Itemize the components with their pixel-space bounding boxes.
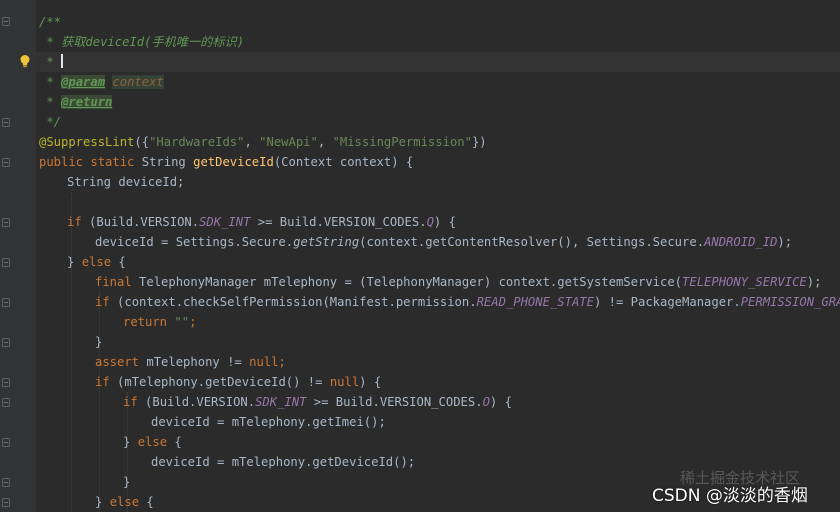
code-line-19: if (mTelephony.getDeviceId() != null) {	[95, 375, 382, 389]
code-line-2: * 获取deviceId(手机唯一的标识)	[39, 35, 245, 49]
fold-marker-icon[interactable]	[2, 438, 10, 447]
code-line-12: deviceId = Settings.Secure.getString(con…	[95, 235, 793, 249]
code-line-5: * @return	[39, 95, 113, 109]
code-editor[interactable]: /** * 获取deviceId(手机唯一的标识) * * @param con…	[0, 0, 840, 512]
watermark-csdn: CSDN @淡淡的香烟	[652, 486, 808, 506]
code-line-17: }	[95, 335, 103, 349]
code-line-4: * @param context	[39, 75, 164, 89]
code-line-23: deviceId = mTelephony.getDeviceId();	[151, 455, 416, 469]
code-line-16: return "";	[123, 315, 197, 329]
code-line-7: @SuppressLint({"HardwareIds", "NewApi", …	[39, 135, 487, 149]
code-line-6: */	[39, 115, 62, 129]
fold-marker-icon[interactable]	[2, 258, 10, 267]
code-line-11: if (Build.VERSION.SDK_INT >= Build.VERSI…	[67, 215, 456, 229]
editor-gutter	[0, 0, 36, 512]
code-line-8: public static String getDeviceId(Context…	[39, 155, 414, 169]
method-name: getDeviceId	[193, 155, 274, 169]
code-line-25: } else {	[95, 495, 154, 509]
code-line-1: /**	[39, 15, 62, 29]
current-line-highlight	[36, 52, 840, 72]
code-line-21: deviceId = mTelephony.getImei();	[151, 415, 386, 429]
code-line-15: if (context.checkSelfPermission(Manifest…	[95, 295, 840, 309]
code-line-3: *	[39, 54, 64, 69]
fold-marker-icon[interactable]	[2, 338, 10, 347]
fold-marker-icon[interactable]	[2, 478, 10, 487]
indent-guide	[99, 292, 101, 512]
fold-marker-icon[interactable]	[2, 158, 10, 167]
fold-marker-icon[interactable]	[2, 298, 10, 307]
doc-summary: 获取deviceId(手机唯一的标识)	[61, 35, 245, 49]
code-line-13: } else {	[67, 255, 126, 269]
code-area[interactable]: /** * 获取deviceId(手机唯一的标识) * * @param con…	[36, 0, 840, 512]
code-line-24: }	[123, 475, 131, 489]
fold-marker-icon[interactable]	[2, 118, 10, 127]
code-line-14: final TelephonyManager mTelephony = (Tel…	[95, 275, 822, 289]
code-line-22: } else {	[123, 435, 182, 449]
fold-marker-icon[interactable]	[2, 378, 10, 387]
fold-marker-icon[interactable]	[2, 218, 10, 227]
fold-marker-icon[interactable]	[2, 398, 10, 407]
fold-marker-icon[interactable]	[2, 498, 10, 507]
fold-marker-icon[interactable]	[2, 17, 10, 26]
code-line-9: String deviceId;	[67, 175, 185, 189]
code-line-18: assert mTelephony != null;	[95, 355, 286, 369]
lightbulb-icon[interactable]	[18, 54, 32, 68]
indent-guide	[71, 192, 73, 512]
code-line-20: if (Build.VERSION.SDK_INT >= Build.VERSI…	[123, 395, 512, 409]
text-caret	[61, 54, 64, 68]
